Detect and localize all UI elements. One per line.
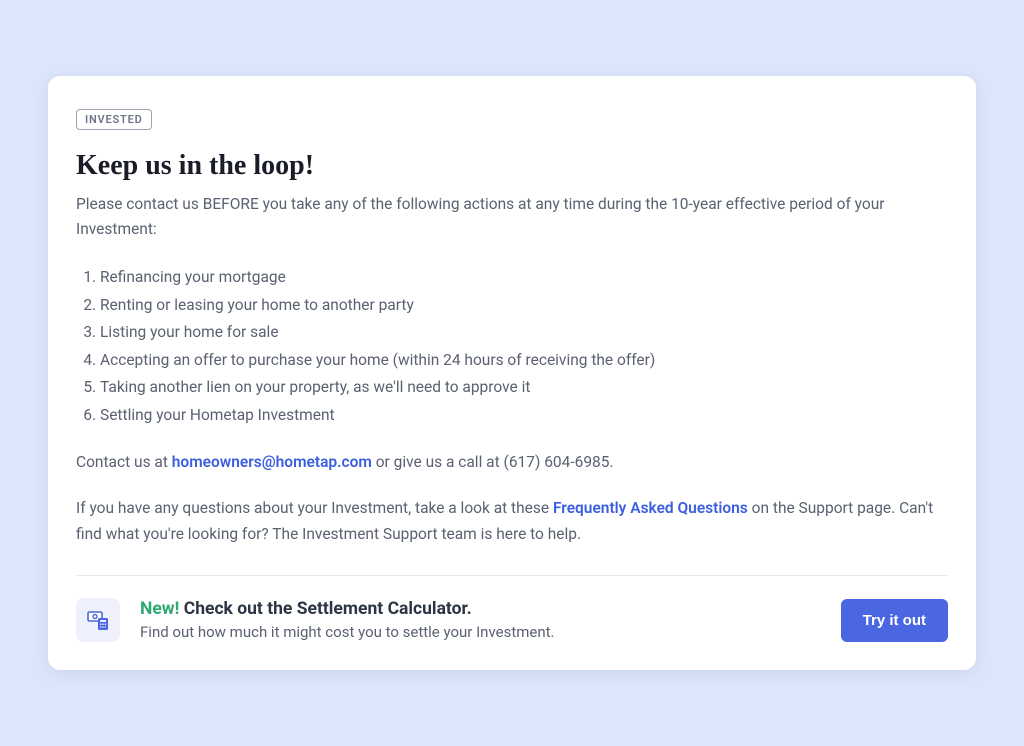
contact-prefix: Contact us at [76,453,172,471]
info-card: INVESTED Keep us in the loop! Please con… [48,76,976,670]
actions-list: Refinancing your mortgage Renting or lea… [76,265,948,428]
contact-paragraph: Contact us at homeowners@hometap.com or … [76,450,948,476]
faq-prefix: If you have any questions about your Inv… [76,499,553,517]
try-it-out-button[interactable]: Try it out [841,599,948,642]
promo-subtitle: Find out how much it might cost you to s… [140,623,821,641]
calculator-icon [76,598,120,642]
status-badge: INVESTED [76,109,152,130]
intro-paragraph: Please contact us BEFORE you take any of… [76,192,948,243]
new-label: New! [140,599,179,619]
list-item: Accepting an offer to purchase your home… [100,348,948,374]
list-item: Renting or leasing your home to another … [100,293,948,319]
list-item: Refinancing your mortgage [100,265,948,291]
page-heading: Keep us in the loop! [76,150,948,182]
promo-title-text: Check out the Settlement Calculator. [179,599,471,619]
list-item: Listing your home for sale [100,320,948,346]
contact-suffix: or give us a call at (617) 604-6985. [372,453,614,471]
divider [76,575,948,576]
money-calculator-icon [86,608,110,632]
faq-paragraph: If you have any questions about your Inv… [76,496,948,547]
contact-email-link[interactable]: homeowners@hometap.com [172,453,372,471]
list-item: Settling your Hometap Investment [100,403,948,429]
list-item: Taking another lien on your property, as… [100,375,948,401]
promo-bar: New! Check out the Settlement Calculator… [76,598,948,642]
promo-content: New! Check out the Settlement Calculator… [140,599,821,641]
faq-link[interactable]: Frequently Asked Questions [553,499,748,517]
promo-title: New! Check out the Settlement Calculator… [140,599,821,619]
